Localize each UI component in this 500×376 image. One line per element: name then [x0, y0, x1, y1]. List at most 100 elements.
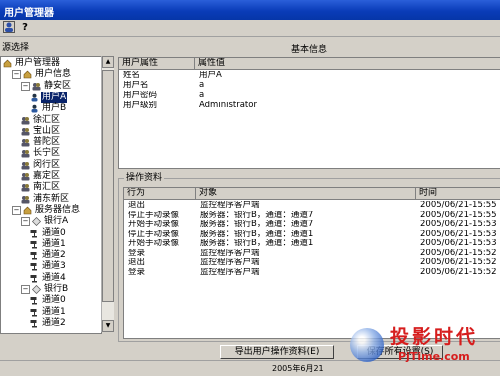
- scroll-down-arrow-icon[interactable]: ▼: [102, 320, 114, 332]
- tree-item-label: 通道2: [42, 317, 66, 328]
- ops-title: 操作资料: [124, 173, 165, 184]
- tree-item[interactable]: − 静安区: [21, 81, 72, 92]
- tree-item[interactable]: − 银行A: [21, 216, 69, 227]
- action-cell: 开始手动录像: [128, 220, 180, 229]
- object-cell: 监控程序客户端: [200, 201, 260, 210]
- attr-value-cell: 用户A: [199, 71, 222, 80]
- help-icon[interactable]: ?: [18, 21, 32, 34]
- column-object[interactable]: 对象: [196, 188, 416, 199]
- export-ops-button[interactable]: 导出用户操作资料(E): [220, 345, 334, 359]
- home-icon: [23, 70, 32, 79]
- tree-item[interactable]: 通道3: [30, 261, 67, 272]
- tree-expander-icon[interactable]: −: [21, 81, 30, 91]
- object-cell: 监控程序客户端: [200, 258, 260, 267]
- watermark-url: PjTime.com: [398, 350, 470, 363]
- tree-item[interactable]: − 服务器信息: [12, 205, 81, 216]
- tree-item-label: 通道4: [42, 272, 66, 283]
- group-icon: [21, 138, 30, 147]
- tree-item[interactable]: 南汇区: [21, 182, 61, 193]
- user-icon: [30, 104, 39, 113]
- tree-item-label: 银行B: [44, 284, 69, 294]
- time-cell: 2005/06/21-15:53: [420, 229, 497, 239]
- attr-name-cell: 用户名: [123, 81, 149, 90]
- attr-name-cell: 姓名: [123, 71, 141, 80]
- scroll-thumb[interactable]: [102, 70, 114, 302]
- column-attr-value[interactable]: 属性值: [195, 58, 500, 69]
- tree-item-label: 用户A: [41, 91, 68, 103]
- tree-view[interactable]: 用户管理器 − 用户信息 − 静安区 用户A 用户B 徐汇区 宝山区 普陀区 长宁区 闵行区 嘉定区 南汇…: [0, 56, 102, 334]
- tree-item-label: 通道1: [42, 238, 66, 249]
- group-icon: [21, 116, 30, 125]
- home-icon: [23, 206, 32, 215]
- tree-scrollbar[interactable]: ▲ ▼: [101, 56, 114, 332]
- tree-expander-icon[interactable]: −: [21, 217, 30, 227]
- object-cell: 服务器：银行B，通道：通道1: [200, 239, 314, 248]
- tree-item[interactable]: 用户A: [30, 91, 68, 103]
- tree-item[interactable]: 普陀区: [21, 137, 61, 148]
- server-icon: [32, 285, 41, 294]
- source-select-header: 源选择: [2, 43, 30, 53]
- column-action[interactable]: 行为: [124, 188, 196, 199]
- tree-item[interactable]: 通道2: [30, 250, 67, 261]
- object-cell: 监控程序客户端: [200, 248, 260, 258]
- tree-expander-icon[interactable]: −: [12, 205, 21, 215]
- tree-item[interactable]: 通道0: [30, 228, 67, 239]
- action-cell: 登录: [128, 267, 146, 277]
- tree-item-label: 用户信息: [35, 69, 72, 80]
- tree-item[interactable]: 长宁区: [21, 148, 61, 159]
- ops-list[interactable]: 行为 对象 时间 退出 监控程序客户端 2005/06/21-15:55 停止手动录像…: [123, 187, 500, 339]
- action-cell: 退出: [128, 201, 146, 210]
- camera-icon: [30, 229, 39, 238]
- basic-info-header: 用户属性 属性值: [119, 58, 500, 70]
- home-icon: [3, 59, 12, 68]
- tree-item[interactable]: 用户管理器: [3, 58, 61, 69]
- toolbar: ?: [0, 20, 500, 37]
- time-cell: 2005/06/21-15:55: [420, 201, 497, 210]
- tree-item-label: 用户管理器: [15, 58, 61, 68]
- tree-item[interactable]: 徐汇区: [21, 115, 61, 126]
- group-icon: [21, 195, 30, 204]
- watermark-logo: 投影时代 PjTime.com: [350, 322, 500, 374]
- tree-item[interactable]: 用户B: [30, 103, 67, 114]
- time-cell: 2005/06/21-15:55: [420, 210, 497, 220]
- tree-item-label: 宝山区: [33, 125, 61, 136]
- tree-item[interactable]: 嘉定区: [21, 171, 61, 182]
- attr-name-cell: 用户级别: [123, 101, 158, 110]
- object-cell: 服务器：银行B，通道：通道1: [200, 229, 314, 239]
- basic-info-list[interactable]: 用户属性 属性值 姓名 用户A 用户名 a 用户密码 a 用户级别 Administrator: [118, 57, 500, 169]
- scroll-up-arrow-icon[interactable]: ▲: [102, 56, 114, 68]
- tree-item[interactable]: 宝山区: [21, 126, 61, 137]
- tree-item[interactable]: 浦东新区: [21, 194, 70, 205]
- attr-value-cell: a: [199, 91, 205, 100]
- action-cell: 开始手动录像: [128, 239, 180, 248]
- tree-item[interactable]: 通道4: [30, 273, 67, 284]
- user-icon[interactable]: [2, 21, 16, 34]
- group-icon: [21, 172, 30, 181]
- tree-item-label: 银行A: [44, 216, 69, 227]
- attr-value-cell: a: [199, 81, 205, 90]
- action-cell: 退出: [128, 258, 146, 267]
- time-cell: 2005/06/21-15:53: [420, 220, 497, 229]
- tree-item[interactable]: 闵行区: [21, 160, 61, 171]
- time-cell: 2005/06/21-15:52: [420, 267, 497, 277]
- tree-item-label: 徐汇区: [33, 114, 61, 125]
- time-cell: 2005/06/21-15:52: [420, 248, 497, 258]
- tree-item[interactable]: 通道1: [30, 239, 67, 250]
- action-cell: 停止手动录像: [128, 229, 180, 239]
- camera-icon: [30, 262, 39, 271]
- action-cell: 停止手动录像: [128, 210, 180, 220]
- tree-item-label: 闵行区: [33, 159, 61, 170]
- tree-expander-icon[interactable]: −: [21, 285, 30, 294]
- tree-item[interactable]: 通道1: [30, 307, 67, 318]
- tree-expander-icon[interactable]: −: [12, 70, 21, 80]
- tree-item[interactable]: 通道2: [30, 318, 67, 329]
- attr-value-cell: Administrator: [199, 101, 257, 110]
- column-user-attr[interactable]: 用户属性: [119, 58, 195, 69]
- tree-item[interactable]: − 银行B: [21, 284, 69, 295]
- camera-icon: [30, 251, 39, 260]
- column-time[interactable]: 时间: [416, 188, 500, 199]
- group-icon: [21, 161, 30, 170]
- tree-item[interactable]: 通道0: [30, 295, 67, 306]
- title-bar[interactable]: 用户管理器: [0, 0, 500, 20]
- tree-item[interactable]: − 用户信息: [12, 69, 72, 80]
